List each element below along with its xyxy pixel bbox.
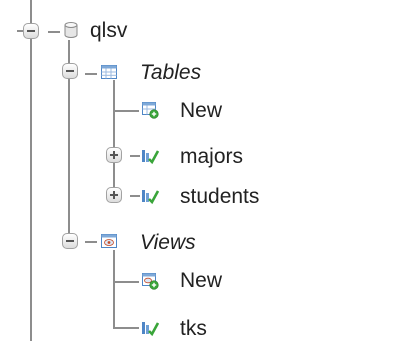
tree-connector-line [113, 327, 139, 329]
collapse-views-toggle[interactable] [62, 233, 78, 249]
view-group-icon[interactable] [100, 232, 118, 250]
tables-group-label[interactable]: Tables [140, 62, 201, 83]
view-tks-label[interactable]: tks [180, 318, 207, 339]
new-view-icon[interactable] [141, 272, 159, 290]
tree-connector-line [85, 73, 97, 75]
table-majors-label[interactable]: majors [180, 146, 243, 167]
tree-connector-line [48, 31, 60, 33]
tree-connector-line [113, 80, 115, 196]
collapse-database-toggle[interactable] [23, 23, 39, 39]
new-view-label[interactable]: New [180, 270, 222, 291]
tree-connector-line [113, 250, 115, 328]
table-group-icon[interactable] [100, 63, 118, 81]
tree-connector-line [130, 195, 140, 197]
minus-icon [66, 70, 74, 72]
table-students-label[interactable]: students [180, 186, 259, 207]
table-icon[interactable] [141, 187, 159, 205]
navigation-tree: qlsv Tables New majors students Views Ne… [0, 0, 408, 341]
tree-connector-line [113, 281, 139, 283]
view-icon[interactable] [141, 319, 159, 337]
tree-connector-line [30, 0, 32, 341]
minus-icon [66, 240, 74, 242]
database-label[interactable]: qlsv [90, 20, 127, 41]
tree-connector-line [113, 110, 139, 112]
new-table-icon[interactable] [141, 101, 159, 119]
tree-connector-line [85, 241, 97, 243]
table-icon[interactable] [141, 147, 159, 165]
expand-majors-toggle[interactable] [106, 147, 122, 163]
database-icon[interactable] [62, 21, 80, 39]
new-table-label[interactable]: New [180, 100, 222, 121]
minus-icon [27, 30, 35, 32]
collapse-tables-toggle[interactable] [62, 63, 78, 79]
views-group-label[interactable]: Views [140, 232, 196, 253]
tree-connector-line [130, 155, 140, 157]
expand-students-toggle[interactable] [106, 187, 122, 203]
